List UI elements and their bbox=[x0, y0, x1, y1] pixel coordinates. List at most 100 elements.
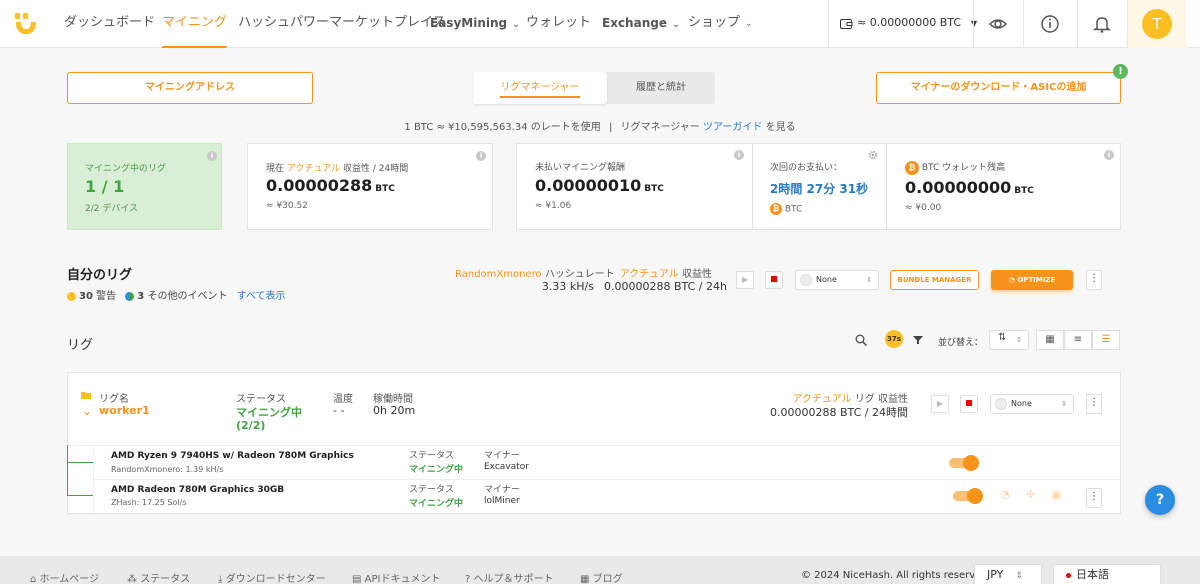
wallet-unit: BTC bbox=[1014, 186, 1034, 196]
nicehash-logo[interactable] bbox=[14, 12, 38, 36]
stop-icon[interactable] bbox=[960, 395, 978, 413]
footer-status-link[interactable]: ⁂ ステータス bbox=[127, 570, 190, 584]
bell-icon[interactable] bbox=[1092, 14, 1112, 34]
nav-divider bbox=[828, 0, 829, 48]
rig-list-title: リグ bbox=[67, 338, 94, 353]
nav-dashboard[interactable]: ダッシュボード bbox=[64, 0, 155, 48]
rig-status-count: (2/2) bbox=[236, 419, 266, 432]
gear-icon[interactable] bbox=[868, 150, 878, 160]
mining-address-button[interactable]: マイニングアドレス bbox=[67, 72, 313, 104]
top-navigation: ダッシュボード マイニング ハッシュパワーマーケットプレイス EasyMinin… bbox=[0, 0, 1200, 48]
settings-panel-icon[interactable]: ▣ bbox=[1051, 488, 1061, 501]
footer-download-center-label: ダウンロードセンター bbox=[225, 574, 326, 584]
fan-icon[interactable]: ✣ bbox=[1026, 488, 1035, 501]
chevron-down-icon: ⌄ bbox=[512, 20, 520, 30]
footer-api-docs-link[interactable]: ▤ APIドキュメント bbox=[352, 570, 440, 584]
tab-history-stats[interactable]: 履歴と統計 bbox=[607, 72, 715, 104]
rig-preset-select[interactable]: None ⇕ bbox=[990, 394, 1074, 414]
profitability-label-pre: 現在 bbox=[266, 164, 285, 174]
tour-guide-link[interactable]: ツアーガイド bbox=[703, 122, 762, 133]
play-icon[interactable]: ▶ bbox=[931, 395, 949, 413]
hashrate-label: RandomXmonero ハッシュレート bbox=[455, 265, 615, 280]
device-enable-toggle[interactable] bbox=[953, 488, 983, 504]
profitability-label: 現在 アクチュアル 収益性 / 24時間 bbox=[266, 161, 408, 174]
nav-shop[interactable]: ショップ ⌄ bbox=[688, 0, 753, 48]
grid-view-button[interactable]: ▦ bbox=[1036, 330, 1064, 350]
download-miner-button[interactable]: マイナーのダウンロード・ASICの追加 bbox=[876, 72, 1121, 104]
nav-mining[interactable]: マイニング bbox=[162, 0, 228, 48]
rig-manager-tabs: リグマネージャー 履歴と統計 bbox=[473, 72, 715, 104]
more-menu-icon[interactable]: ⋮ bbox=[1086, 488, 1102, 508]
preset-icon bbox=[995, 398, 1007, 410]
filter-icon[interactable] bbox=[913, 335, 923, 345]
japan-flag-icon bbox=[1066, 572, 1071, 578]
rig-events-summary: 30 警告 3 その他のイベント すべて表示 bbox=[67, 287, 286, 302]
rig-preset-select[interactable]: None ⇕ bbox=[795, 270, 879, 290]
info-icon[interactable]: i bbox=[734, 150, 744, 160]
device-name: AMD Radeon 780M Graphics 30GB bbox=[111, 485, 285, 495]
device-miner-value: Excavator bbox=[484, 462, 529, 472]
rig-profit-label: アクチュアル リグ 収益性 bbox=[758, 390, 908, 405]
nav-easymining[interactable]: EasyMining ⌄ bbox=[430, 0, 520, 48]
show-all-link[interactable]: すべて表示 bbox=[237, 291, 286, 302]
info-icon[interactable] bbox=[1040, 14, 1060, 34]
device-miner-label: マイナー bbox=[484, 451, 520, 461]
document-icon: ▤ bbox=[352, 574, 362, 584]
rate-separator: | bbox=[608, 122, 613, 133]
tab-rig-manager[interactable]: リグマネージャー bbox=[473, 72, 607, 104]
help-button[interactable]: ? bbox=[1145, 485, 1175, 515]
active-rigs-label: マイニング中のリグ bbox=[85, 164, 167, 174]
hashrate-algo: RandomXmonero bbox=[455, 269, 542, 280]
gauge-icon[interactable]: ◔ bbox=[1000, 488, 1010, 501]
nav-hashpower-marketplace[interactable]: ハッシュパワーマーケットプレイス bbox=[238, 0, 446, 48]
footer-help-link[interactable]: ? ヘルプ＆サポート bbox=[465, 570, 554, 584]
download-icon: ⤓ bbox=[218, 574, 223, 584]
device-name: AMD Ryzen 9 7940HS w/ Radeon 780M Graphi… bbox=[111, 451, 354, 461]
eye-icon[interactable] bbox=[988, 14, 1008, 34]
footer-status-label: ステータス bbox=[140, 574, 191, 584]
rig-name[interactable]: worker1 bbox=[99, 404, 150, 417]
unpaid-label: 未払いマイニング報酬 bbox=[535, 163, 626, 173]
avatar[interactable]: T bbox=[1142, 9, 1172, 39]
profitability-fiat: ≈ ¥30.52 bbox=[266, 201, 308, 211]
footer-homepage-link[interactable]: ⌂ ホームページ bbox=[30, 570, 99, 584]
list-view-button[interactable]: ≡ bbox=[1064, 330, 1092, 350]
info-icon[interactable]: i bbox=[207, 151, 217, 161]
chevron-down-icon[interactable]: ⌄ bbox=[82, 404, 92, 418]
events-dot-icon bbox=[125, 291, 135, 301]
optimize-button[interactable]: ◔ OPTIMIZE bbox=[991, 270, 1073, 290]
wallet-balance-label: ₿ BTC ウォレット残高 bbox=[905, 160, 1005, 175]
more-menu-icon[interactable]: ⋮ bbox=[1086, 270, 1102, 290]
warning-dot-icon bbox=[67, 291, 76, 301]
wallet-amount: 0.00000000 bbox=[905, 178, 1012, 197]
footer-blog-link[interactable]: ▦ ブログ bbox=[580, 570, 623, 584]
unpaid-value: 0.00000010 BTC bbox=[535, 176, 664, 195]
stop-icon[interactable] bbox=[765, 271, 783, 289]
bundle-manager-button[interactable]: BUNDLE MANAGER bbox=[890, 270, 979, 290]
stop-square-icon bbox=[771, 276, 777, 282]
wallet-balance-dropdown[interactable]: ≈ 0.00000000 BTC ▼ bbox=[840, 0, 977, 48]
play-icon[interactable]: ▶ bbox=[736, 271, 754, 289]
nav-wallet[interactable]: ウォレット bbox=[526, 0, 591, 48]
unpaid-amount: 0.00000010 bbox=[535, 176, 642, 195]
info-icon[interactable]: i bbox=[1104, 150, 1114, 160]
language-select[interactable]: 日本語 bbox=[1053, 564, 1161, 584]
more-menu-icon[interactable]: ⋮ bbox=[1086, 394, 1102, 414]
optimize-label: OPTIMIZE bbox=[1017, 276, 1056, 284]
bitcoin-icon: ₿ bbox=[905, 160, 919, 175]
sort-select[interactable]: ⇅ ⇕ bbox=[989, 330, 1029, 350]
info-icon[interactable]: i bbox=[476, 151, 486, 161]
help-icon: ? bbox=[465, 574, 471, 584]
nav-shop-label: ショップ bbox=[688, 15, 741, 30]
currency-select[interactable]: JPY ⇕ bbox=[974, 564, 1042, 584]
device-hashrate: ZHash: 17.25 Sol/s bbox=[111, 498, 187, 507]
my-rigs-title: 自分のリグ bbox=[67, 268, 133, 283]
device-enable-toggle[interactable] bbox=[949, 455, 979, 471]
status-icon: ⁂ bbox=[127, 574, 137, 584]
search-icon[interactable] bbox=[855, 334, 867, 346]
compact-view-button[interactable]: ☰ bbox=[1092, 330, 1120, 350]
sort-arrows-icon: ⇕ bbox=[866, 276, 872, 284]
footer-download-center-link[interactable]: ⤓ ダウンロードセンター bbox=[218, 570, 326, 584]
device-status-value: マイニング中 bbox=[409, 499, 464, 509]
nav-exchange[interactable]: Exchange ⌄ bbox=[602, 0, 680, 48]
